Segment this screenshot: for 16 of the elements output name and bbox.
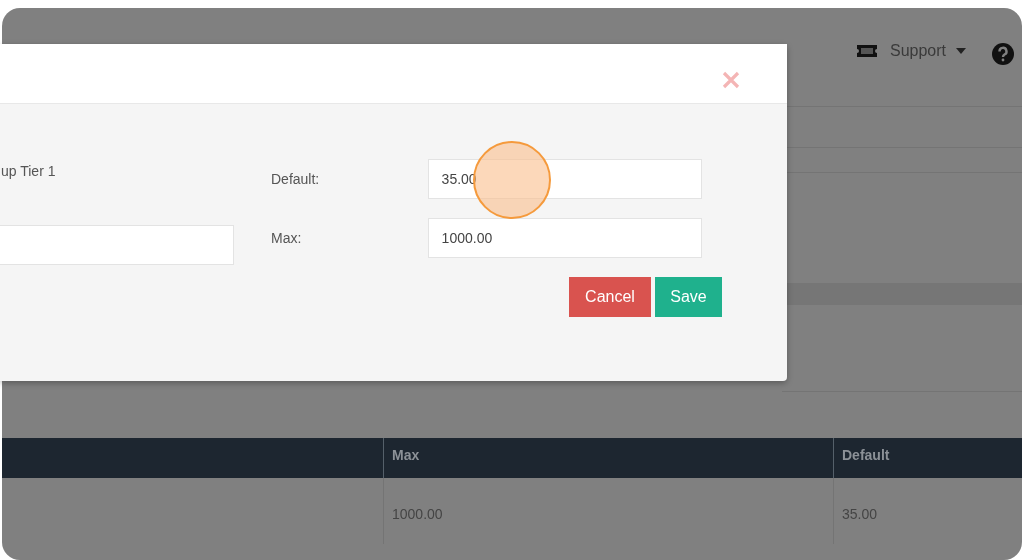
support-menu[interactable]: Support	[855, 42, 966, 60]
column-header: Default	[833, 438, 1022, 478]
caret-icon	[956, 48, 966, 54]
ticket-icon	[855, 44, 878, 58]
column-header: Max	[383, 438, 833, 478]
input-field[interactable]	[0, 225, 234, 265]
save-button[interactable]: Save	[655, 277, 722, 317]
table-cell: 1000.00	[383, 478, 833, 544]
tier-name-text: up Tier 1	[1, 163, 57, 181]
input-field[interactable]: 1000.00	[427, 218, 702, 258]
help-icon[interactable]	[992, 43, 1014, 65]
table-cell: 35.00	[833, 478, 1022, 544]
close-icon[interactable]	[721, 69, 741, 90]
field-label: Max:	[271, 230, 303, 246]
field-label: Default:	[271, 171, 321, 187]
cancel-button[interactable]: Cancel	[569, 277, 651, 317]
